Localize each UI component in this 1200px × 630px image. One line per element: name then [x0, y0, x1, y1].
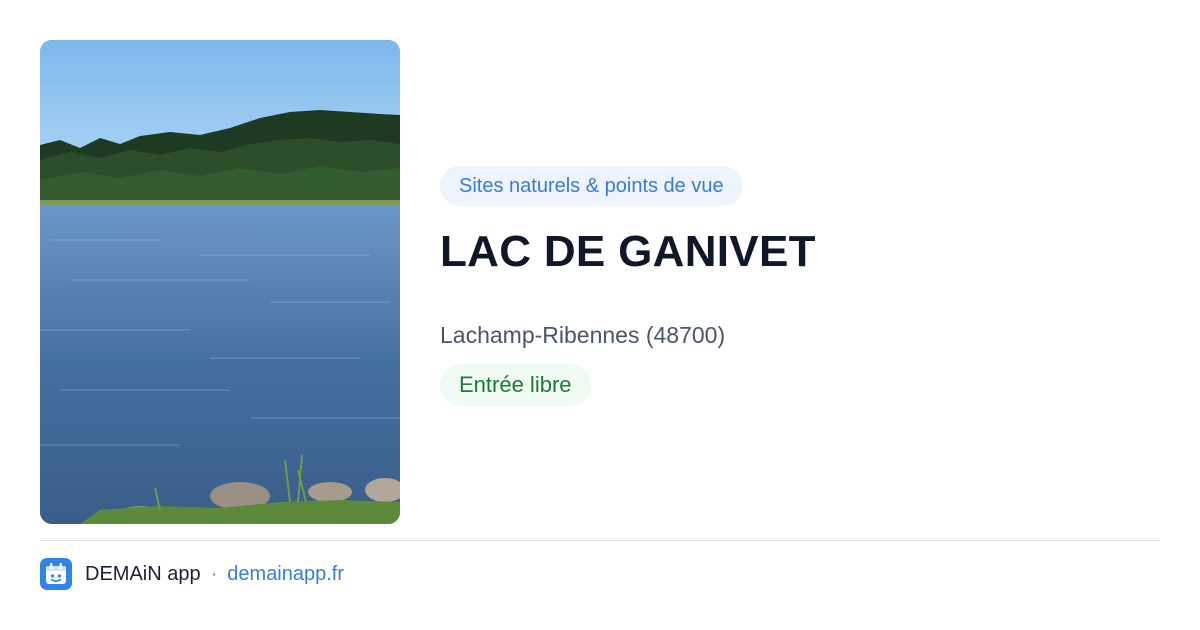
- place-location: Lachamp-Ribennes (48700): [440, 322, 726, 348]
- app-website-link[interactable]: demainapp.fr: [227, 563, 344, 586]
- place-title: LAC DE GANIVET: [440, 227, 816, 276]
- footer: DEMAiN app · demainapp.fr: [40, 558, 344, 590]
- footer-divider: [40, 540, 1160, 541]
- demain-app-logo-icon: [40, 558, 72, 590]
- separator: ·: [210, 562, 218, 585]
- share-card: Sites naturels & points de vue LAC DE GA…: [0, 0, 1200, 630]
- app-name: DEMAiN app: [85, 562, 201, 585]
- place-photo: [40, 40, 400, 524]
- access-badge: Entrée libre: [440, 364, 591, 406]
- place-info: Sites naturels & points de vue LAC DE GA…: [440, 166, 1160, 406]
- category-badge[interactable]: Sites naturels & points de vue: [440, 166, 743, 206]
